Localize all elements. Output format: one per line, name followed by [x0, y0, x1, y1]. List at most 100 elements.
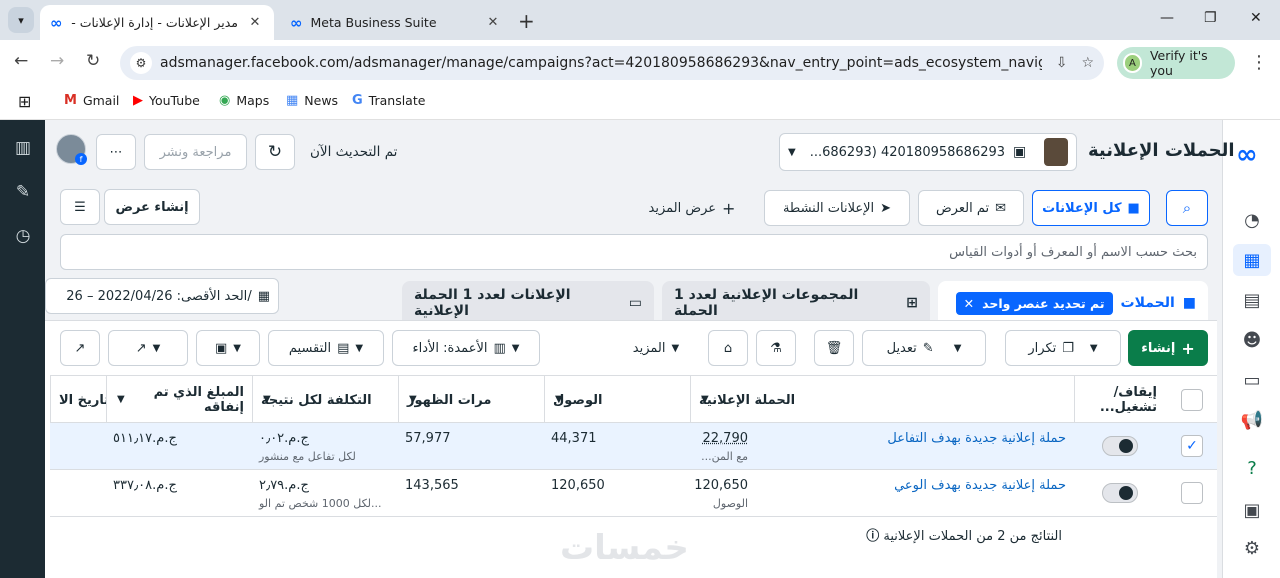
news-feed-icon[interactable]: ▣ — [1233, 494, 1271, 526]
bookmark-gmail[interactable]: M Gmail — [64, 93, 119, 108]
ad-account-selector[interactable]: ▼ 420180958686293 (686293... ▣ — [779, 133, 1077, 171]
bookmark-maps[interactable]: ◉ Maps — [219, 93, 269, 108]
date-range-label: الحد الأقصى: 2022/04/26 – 26/ — [66, 288, 252, 304]
search-input[interactable]: بحث حسب الاسم أو المعرف أو أدوات القياس — [60, 234, 1208, 270]
tab-adsets[interactable]: المجموعات الإعلانية لعدد 1 الحملة ⊞ — [662, 281, 930, 325]
edit-button[interactable]: تعديل ✎ ▼ — [862, 330, 986, 366]
bookmark-news[interactable]: ▦ News — [286, 93, 338, 108]
clear-selection-icon[interactable]: ✕ — [964, 296, 974, 311]
all-ads-filter[interactable]: كل الإعلانات ■ — [1032, 190, 1150, 226]
row-checkbox[interactable]: ✓ — [1181, 435, 1203, 457]
tab-campaigns[interactable]: ✕ تم تحديد عنصر واحد الحملات ■ — [938, 281, 1208, 325]
send-icon: ➤ — [880, 200, 892, 216]
charts-button[interactable]: ↗ — [60, 330, 100, 366]
browser-tab-ads-manager[interactable]: ∞ مدير الإعلانات - إدارة الإعلانات - ا ✕ — [40, 5, 274, 40]
new-tab-icon[interactable]: + — [518, 9, 535, 33]
bookmark-youtube[interactable]: ▶ YouTube — [133, 93, 200, 108]
search-button[interactable]: ⌕ — [1166, 190, 1208, 226]
minimize-icon[interactable]: — — [1160, 10, 1174, 26]
browser-tab-business-suite[interactable]: ∞ Meta Business Suite ✕ — [280, 5, 512, 40]
site-info-icon[interactable]: ⚙ — [130, 52, 152, 74]
more-actions-button[interactable]: المزيد ▼ — [612, 330, 700, 366]
test-button[interactable]: ⚗ — [756, 330, 796, 366]
restore-icon[interactable]: ❐ — [1204, 10, 1217, 26]
column-header-toggle[interactable]: إيقاف/ تشغيل... — [1074, 376, 1164, 424]
close-tab-icon[interactable]: ✕ — [246, 15, 264, 30]
verify-profile-button[interactable]: A Verify it's you — [1117, 47, 1235, 79]
show-more-filters[interactable]: عرض المزيد + — [636, 190, 748, 226]
dashboard-gauge-icon[interactable]: ◔ — [1233, 204, 1271, 236]
column-label: التكلفة لكل نتيجة — [261, 392, 372, 408]
campaign-toggle[interactable] — [1102, 483, 1138, 503]
column-header-spent[interactable]: المبلغ الذي تم إنفاقه ▼ — [106, 376, 252, 424]
reports-dropdown[interactable]: ▣ ▼ — [196, 330, 260, 366]
refresh-button[interactable]: ↻ — [255, 134, 295, 170]
chevron-down-icon: ▼ — [409, 394, 417, 405]
user-avatar[interactable]: f — [56, 134, 87, 165]
close-tab-icon[interactable]: ✕ — [484, 15, 502, 30]
view-settings-button[interactable]: ☰ — [60, 189, 100, 225]
help-icon[interactable]: ? — [1233, 452, 1271, 484]
column-label: تاريخ الا — [59, 392, 106, 408]
bookmark-translate[interactable]: G Translate — [352, 93, 425, 108]
select-all-checkbox[interactable] — [1181, 389, 1203, 411]
column-header-impressions[interactable]: مرات الظهور ▼ — [398, 376, 544, 424]
bar-chart-icon[interactable]: ▥ — [12, 138, 34, 158]
bookmark-star-icon[interactable]: ☆ — [1081, 55, 1094, 71]
column-header-reach[interactable]: الوصول ▼ — [544, 376, 690, 424]
more-options-button[interactable]: ⋯ — [96, 134, 136, 170]
breakdown-icon: ▤ — [337, 340, 350, 356]
campaign-name-link[interactable]: حملة إعلانية جديدة بهدف الوعي — [894, 478, 1066, 493]
selected-chip[interactable]: ✕ تم تحديد عنصر واحد — [955, 291, 1113, 315]
megaphone-icon[interactable]: 📢 — [1233, 404, 1271, 436]
campaign-name-link[interactable]: حملة إعلانية جديدة بهدف التفاعل — [887, 431, 1066, 446]
browser-tab-bar: ▾ ∞ مدير الإعلانات - إدارة الإعلانات - ا… — [0, 0, 1280, 40]
breakdown-dropdown[interactable]: التقسيم ▤ ▼ — [268, 330, 384, 366]
address-bar: ← → ↻ ⚙ adsmanager.facebook.com/adsmanag… — [0, 40, 1280, 86]
install-app-icon[interactable]: ⇩ — [1056, 55, 1068, 71]
url-text[interactable]: adsmanager.facebook.com/adsmanager/manag… — [160, 55, 1042, 71]
pencil-icon[interactable]: ✎ — [12, 182, 34, 202]
columns-dropdown[interactable]: الأعمدة: الأداء ▥ ▼ — [392, 330, 540, 366]
create-view-button[interactable]: إنشاء عرض — [104, 189, 200, 225]
campaign-toggle[interactable] — [1102, 436, 1138, 456]
browser-menu-icon[interactable]: ⋮ — [1250, 52, 1268, 73]
forward-icon[interactable]: → — [50, 51, 64, 71]
meta-logo-icon[interactable]: ∞ — [1236, 140, 1258, 170]
date-range-picker[interactable]: الحد الأقصى: 2022/04/26 – 26/ ▦ — [45, 278, 279, 314]
tab-ads[interactable]: الإعلانات لعدد 1 الحملة الإعلانية ▭ — [402, 281, 654, 325]
column-header-campaign[interactable]: الحملة الإعلانية ▼ — [690, 376, 1074, 424]
bookmark-label: Gmail — [82, 93, 120, 108]
table-row[interactable]: حملة إعلانية جديدة بهدف الوعي 120,650 ال… — [50, 470, 1217, 517]
delete-button[interactable]: 🗑 — [814, 330, 854, 366]
tab-campaigns-label: الحملات — [1120, 295, 1175, 311]
settings-gear-icon[interactable]: ⚙ — [1233, 532, 1271, 564]
apps-grid-icon[interactable]: ⊞ — [18, 92, 31, 111]
row-checkbox[interactable] — [1181, 482, 1203, 504]
review-publish-button[interactable]: مراجعة ونشر — [144, 134, 247, 170]
audiences-icon[interactable]: ☻ — [1233, 324, 1271, 356]
create-button[interactable]: إنشاء + — [1128, 330, 1208, 366]
summary-text: النتائج من 2 من الحملات الإعلانية — [883, 529, 1062, 544]
viewed-filter[interactable]: تم العرض ✉ — [918, 190, 1024, 226]
back-icon[interactable]: ← — [14, 51, 28, 71]
active-ads-label: الإعلانات النشطة — [782, 200, 875, 216]
active-ads-filter[interactable]: الإعلانات النشطة ➤ — [764, 190, 910, 226]
url-omnibox[interactable]: ⚙ adsmanager.facebook.com/adsmanager/man… — [120, 46, 1104, 80]
column-header-date[interactable]: تاريخ الا — [50, 376, 106, 424]
duplicate-button[interactable]: تكرار ❐ ▼ — [1005, 330, 1121, 366]
page-title: الحملات الإعلانية — [1088, 140, 1235, 161]
export-dropdown[interactable]: ↗ ▼ — [108, 330, 188, 366]
reload-icon[interactable]: ↻ — [86, 51, 100, 71]
tag-button[interactable]: ⌂ — [708, 330, 748, 366]
billing-card-icon[interactable]: ▭ — [1233, 364, 1271, 396]
column-header-cost[interactable]: التكلفة لكل نتيجة ▼ — [252, 376, 398, 424]
tab-search-icon[interactable]: ▾ — [8, 7, 34, 33]
results-value: 22,790 — [702, 431, 749, 446]
info-icon[interactable]: ⓘ — [866, 529, 879, 544]
clock-icon[interactable]: ◷ — [12, 226, 34, 246]
campaigns-table-icon[interactable]: ▦ — [1233, 244, 1271, 276]
close-window-icon[interactable]: ✕ — [1250, 10, 1262, 26]
table-row[interactable]: ✓ حملة إعلانية جديدة بهدف التفاعل 22,790… — [50, 423, 1217, 470]
reports-icon[interactable]: ▤ — [1233, 284, 1271, 316]
